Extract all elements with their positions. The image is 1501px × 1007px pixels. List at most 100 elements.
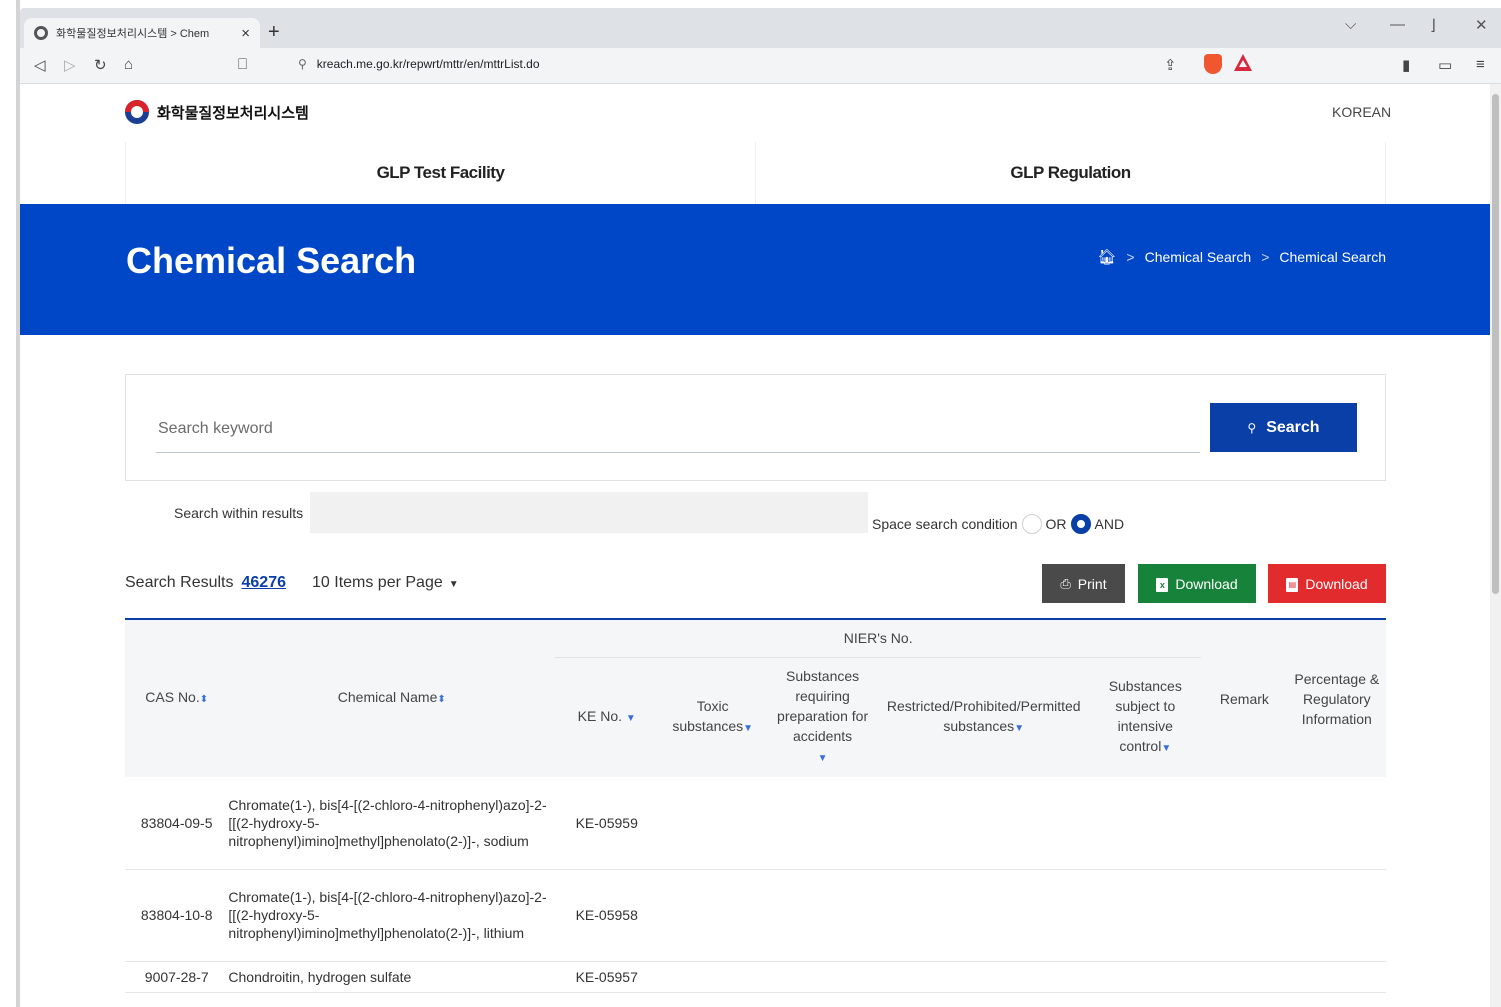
col-intensive[interactable]: Substances subject to intensive control▼ — [1089, 657, 1202, 777]
breadcrumb-item-current[interactable]: Chemical Search — [1279, 249, 1386, 265]
web-page: 화학물질정보처리시스템 KOREAN GLP Test Facility GLP… — [20, 84, 1490, 1007]
cell-cas: 9007-28-7 — [125, 961, 229, 993]
col-remark: Remark — [1201, 618, 1288, 777]
cell-toxic — [658, 869, 768, 962]
search-within-input[interactable] — [310, 492, 868, 533]
table-row[interactable]: 83804-10-8 Chromate(1-), bis[4-[(2-chlor… — [125, 869, 1386, 962]
col-toxic[interactable]: Toxic substances▼ — [658, 657, 768, 777]
cell-ke: KE-05959 — [555, 777, 659, 870]
brave-shield-icon[interactable] — [1204, 54, 1222, 74]
col-ke[interactable]: KE No. ▼ — [555, 657, 659, 777]
excel-download-button[interactable]: x Download — [1138, 564, 1256, 603]
new-tab-button[interactable]: + — [268, 22, 280, 42]
cell-remark — [1201, 961, 1288, 993]
col-restricted[interactable]: Restricted/Prohibited/Permitted substanc… — [878, 657, 1090, 777]
cell-ke: KE-05958 — [555, 869, 659, 962]
cell-cas: 83804-09-5 — [125, 777, 229, 870]
bookmark-icon[interactable]: ⎕ — [238, 56, 247, 73]
pdf-download-button[interactable]: ▤ Download — [1268, 564, 1386, 603]
taegeuk-logo-icon — [125, 100, 149, 124]
menu-icon[interactable]: ≡ — [1476, 56, 1485, 73]
results-count[interactable]: 46276 — [242, 574, 287, 592]
sort-icon[interactable]: ⬍ — [437, 694, 445, 705]
cell-intensive — [1089, 961, 1202, 993]
close-window-button[interactable]: ✕ — [1475, 16, 1488, 34]
table-row[interactable]: 9007-28-7 Chondroitin, hydrogen sulfate … — [125, 961, 1386, 993]
cell-cas: 83804-10-8 — [125, 869, 229, 962]
breadcrumb-item[interactable]: Chemical Search — [1145, 249, 1252, 265]
cell-toxic — [658, 961, 768, 993]
scrollbar-thumb[interactable] — [1492, 94, 1499, 594]
forward-icon[interactable]: ▷ — [64, 56, 76, 74]
reload-icon[interactable]: ↻ — [94, 56, 107, 74]
home-icon[interactable]: ⌂ — [124, 56, 133, 73]
search-box: ⚲ Search — [125, 374, 1386, 481]
sort-icon[interactable]: ⬍ — [200, 694, 208, 705]
back-icon[interactable]: ◁ — [34, 56, 46, 74]
sidebar-icon[interactable]: ▮ — [1402, 56, 1410, 74]
close-tab-icon[interactable]: × — [241, 25, 250, 42]
brave-rewards-icon[interactable] — [1234, 54, 1252, 71]
page-scrollbar[interactable] — [1490, 84, 1501, 1007]
cell-accident — [767, 869, 879, 962]
col-cas[interactable]: CAS No.⬍ — [125, 618, 229, 777]
page-title: Chemical Search — [126, 240, 417, 281]
browser-tab[interactable]: 화학물질정보처리시스템 > Chem × — [24, 18, 260, 48]
search-button[interactable]: ⚲ Search — [1210, 403, 1357, 452]
site-info-icon[interactable]: ⚲ — [298, 57, 307, 71]
logo-text: 화학물질정보처리시스템 — [157, 104, 309, 122]
results-table: CAS No.⬍ Chemical Name⬍ NIER's No. Remar… — [125, 618, 1386, 993]
results-label: Search Results — [125, 574, 234, 591]
print-label: Print — [1077, 575, 1107, 592]
search-within-label: Search within results — [174, 505, 304, 521]
cell-intensive — [1089, 869, 1202, 962]
site-logo[interactable]: 화학물질정보처리시스템 — [125, 100, 309, 124]
cell-percentage — [1287, 777, 1386, 870]
or-label: OR — [1045, 516, 1067, 532]
printer-icon: ⎙ — [1060, 575, 1071, 591]
wallet-icon[interactable]: ▭ — [1438, 56, 1452, 74]
cell-intensive — [1089, 777, 1202, 870]
breadcrumb-separator: > — [1126, 249, 1135, 265]
cell-percentage — [1287, 869, 1386, 962]
print-button[interactable]: ⎙ Print — [1042, 564, 1125, 603]
page-hero: Chemical Search 🏠︎ > Chemical Search > C… — [20, 204, 1490, 335]
table-row[interactable]: 83804-09-5 Chromate(1-), bis[4-[(2-chlor… — [125, 777, 1386, 870]
space-search-condition: Space search condition OR AND — [872, 514, 1124, 534]
excel-file-icon: x — [1156, 576, 1169, 592]
col-chemical-name[interactable]: Chemical Name⬍ — [228, 618, 556, 777]
search-input[interactable] — [156, 405, 1200, 453]
url-text: kreach.me.go.kr/repwrt/mttr/en/mttrList.… — [316, 57, 540, 71]
nav-glp-test-facility[interactable]: GLP Test Facility — [126, 142, 755, 204]
filter-icon[interactable]: ▼ — [743, 723, 753, 734]
filter-icon[interactable]: ▼ — [1161, 743, 1171, 754]
nav-glp-regulation[interactable]: GLP Regulation — [755, 142, 1385, 204]
filter-icon[interactable]: ▼ — [1014, 723, 1024, 734]
globe-icon — [34, 26, 48, 40]
items-per-page-select[interactable]: 10 Items per Page ▼ — [312, 574, 459, 592]
cell-name[interactable]: Chromate(1-), bis[4-[(2-chloro-4-nitroph… — [228, 869, 556, 962]
language-link[interactable]: KOREAN — [1332, 104, 1391, 120]
cell-accident — [767, 777, 879, 870]
browser-toolbar: ◁ ▷ ↻ ⌂ ⎕ ⚲ kreach.me.go.kr/repwrt/mttr/e… — [20, 48, 1501, 84]
col-accident[interactable]: Substances requiring preparation for acc… — [767, 657, 879, 777]
caret-down-icon: ▼ — [448, 579, 459, 590]
maximize-button[interactable]: ⌋ — [1430, 16, 1436, 34]
minimize-button[interactable]: — — [1390, 16, 1405, 33]
main-nav: GLP Test Facility GLP Regulation — [125, 142, 1386, 204]
home-icon[interactable]: 🏠︎ — [1097, 248, 1116, 266]
and-radio[interactable] — [1070, 514, 1091, 534]
cell-name[interactable]: Chondroitin, hydrogen sulfate — [228, 961, 556, 993]
excel-download-label: Download — [1175, 575, 1238, 592]
results-summary: Search Results 46276 10 Items per Page ▼ — [125, 574, 459, 592]
filter-icon[interactable]: ▼ — [626, 713, 636, 724]
tab-search-icon[interactable]: ⌵ — [1345, 16, 1356, 33]
breadcrumb-separator: > — [1261, 249, 1270, 265]
cell-name[interactable]: Chromate(1-), bis[4-[(2-chloro-4-nitroph… — [228, 777, 556, 870]
share-icon[interactable]: ⇪ — [1164, 56, 1177, 74]
or-radio[interactable] — [1021, 514, 1042, 534]
filter-icon[interactable]: ▼ — [818, 753, 828, 764]
cell-restricted — [878, 961, 1090, 993]
search-icon: ⚲ — [1247, 420, 1257, 435]
address-bar[interactable]: ⚲ kreach.me.go.kr/repwrt/mttr/en/mttrList… — [298, 57, 540, 71]
